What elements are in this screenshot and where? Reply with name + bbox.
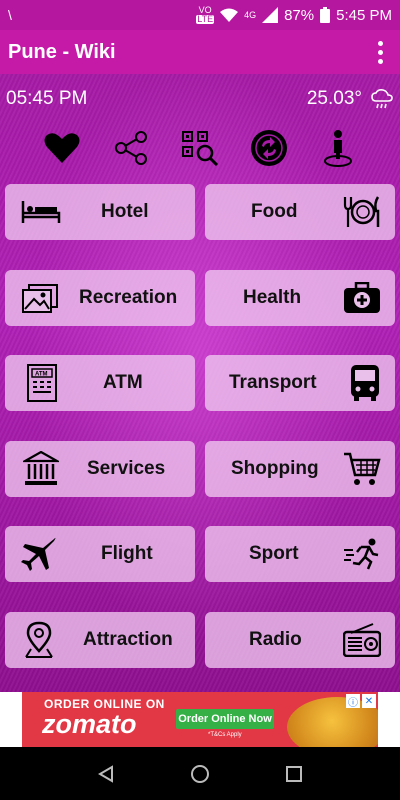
category-label: Shopping <box>231 458 319 479</box>
system-nav-bar <box>0 747 400 800</box>
quick-actions <box>0 126 400 170</box>
category-label: Hotel <box>101 201 149 222</box>
favorite-icon[interactable] <box>42 128 82 168</box>
category-hotel-button[interactable]: Hotel <box>5 184 195 240</box>
carrier-indicator: \ <box>8 7 12 23</box>
bank-icon <box>23 451 59 485</box>
airplane-icon <box>21 537 56 571</box>
category-atm-button[interactable]: ATM ATM <box>5 355 195 411</box>
category-label: Health <box>243 287 302 308</box>
svg-text:ATM: ATM <box>35 372 48 378</box>
location-person-icon[interactable] <box>318 128 358 168</box>
category-sport-button[interactable]: Sport <box>205 526 395 582</box>
medical-kit-icon <box>344 282 380 313</box>
category-services-button[interactable]: Services <box>5 441 195 497</box>
category-label: Services <box>87 458 166 479</box>
rain-cloud-icon <box>371 89 393 109</box>
battery-percent: 87% <box>284 6 315 24</box>
category-label: Attraction <box>83 629 173 650</box>
wifi-4g-icon <box>220 8 239 22</box>
category-attraction-button[interactable]: Attraction <box>5 612 195 668</box>
main-content: 05:45 PM 25.03° Hotel Food Recreation He… <box>0 74 400 692</box>
pictures-icon <box>22 284 58 313</box>
category-label: Sport <box>249 543 299 564</box>
temperature: 25.03° <box>306 88 362 109</box>
local-time: 05:45 PM <box>6 88 88 109</box>
home-icon[interactable] <box>190 764 210 784</box>
cart-icon <box>344 452 381 485</box>
category-label: Transport <box>229 372 317 393</box>
ad-info-icon[interactable]: ⓘ <box>346 694 360 709</box>
status-bar: \ VO LTE 4G 87% 5:45 PM <box>0 0 400 30</box>
recents-icon[interactable] <box>285 765 303 783</box>
food-plate-icon <box>343 196 380 227</box>
atm-icon: ATM <box>27 364 57 402</box>
share-icon[interactable] <box>111 128 151 168</box>
ad-terms: *T&Cs Apply <box>208 732 242 738</box>
ad-close-icon[interactable]: ✕ <box>362 694 376 708</box>
info-bar: 05:45 PM 25.03° <box>6 86 394 112</box>
ad-brand: zomato <box>42 709 137 739</box>
battery-icon <box>320 7 331 23</box>
category-shopping-button[interactable]: Shopping <box>205 441 395 497</box>
bus-icon <box>351 365 379 401</box>
signal-icon <box>262 7 279 23</box>
status-time: 5:45 PM <box>336 6 392 24</box>
app-bar: Pune - Wiki <box>0 30 400 74</box>
radio-icon <box>343 623 381 657</box>
sync-icon[interactable] <box>249 128 289 168</box>
volte-indicator: VO LTE <box>196 5 215 24</box>
network-type: 4G <box>244 9 257 20</box>
bed-icon <box>21 201 61 223</box>
category-label: Flight <box>101 543 153 564</box>
category-radio-button[interactable]: Radio <box>205 612 395 668</box>
back-icon[interactable] <box>97 764 115 783</box>
ad-banner[interactable]: ORDER ONLINE ON zomato Order Online Now … <box>0 692 400 747</box>
category-health-button[interactable]: Health <box>205 270 395 326</box>
ad-cta-button[interactable]: Order Online Now <box>176 709 274 729</box>
category-recreation-button[interactable]: Recreation <box>5 270 195 326</box>
category-transport-button[interactable]: Transport <box>205 355 395 411</box>
qr-scan-icon[interactable] <box>180 128 220 168</box>
category-flight-button[interactable]: Flight <box>5 526 195 582</box>
runner-icon <box>344 538 379 570</box>
map-pin-icon <box>25 621 53 658</box>
category-label: Food <box>251 201 298 222</box>
category-label: ATM <box>103 372 143 393</box>
category-food-button[interactable]: Food <box>205 184 395 240</box>
app-title: Pune - Wiki <box>8 40 116 63</box>
category-label: Radio <box>249 629 302 650</box>
category-label: Recreation <box>79 287 178 308</box>
ad-choices: ⓘ ✕ <box>346 694 376 709</box>
overflow-menu-icon[interactable] <box>368 37 392 67</box>
